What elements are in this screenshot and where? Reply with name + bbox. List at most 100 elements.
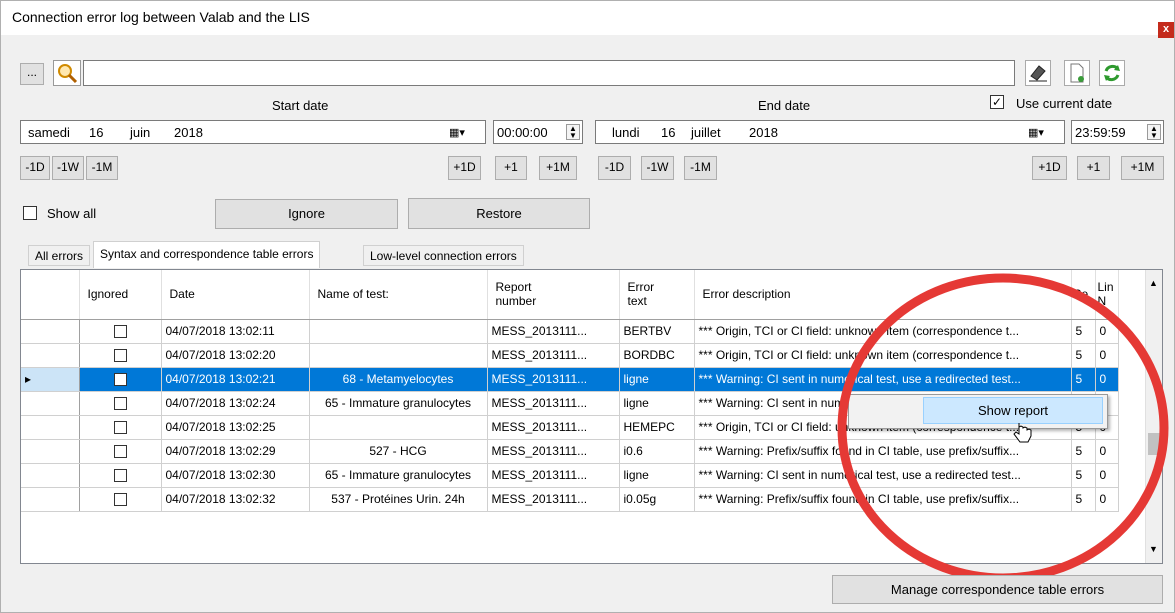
description-cell: *** Warning: CI sent in numerical test, …: [694, 367, 1072, 392]
scroll-thumb[interactable]: [1148, 433, 1160, 455]
ignored-cell[interactable]: [79, 463, 162, 488]
description-cell: *** Warning: Prefix/suffix found in CI t…: [694, 487, 1072, 512]
row-header[interactable]: [21, 463, 80, 488]
col-error-description[interactable]: Error description: [694, 270, 1072, 320]
table-row[interactable]: 04/07/2018 13:02:20 MESS_2013111... BORDBC…: [21, 343, 1119, 368]
test-cell: [309, 415, 488, 440]
search-button[interactable]: [53, 60, 81, 86]
tab-syntax-errors[interactable]: Syntax and correspondence table errors: [93, 241, 321, 268]
end-plus-1d-button[interactable]: +1D: [1032, 156, 1067, 180]
ignored-cell[interactable]: [79, 367, 162, 392]
table-row[interactable]: 04/07/2018 13:02:32 537 - Protéines Urin.…: [21, 487, 1119, 512]
se-cell: 5: [1071, 367, 1096, 392]
error-cell: ligne: [619, 463, 695, 488]
table-row[interactable]: 04/07/2018 13:02:11 MESS_2013111... BERTBV…: [21, 319, 1119, 344]
collapse-button[interactable]: ...: [20, 63, 44, 85]
n-cell: 0: [1095, 367, 1119, 392]
ignored-checkbox[interactable]: [113, 421, 127, 435]
error-table: Ignored Date Name of test: Report number …: [21, 270, 1119, 512]
end-time-spinner[interactable]: ▲ ▼: [1147, 124, 1161, 140]
se-cell: 5: [1071, 343, 1096, 368]
date-cell: 04/07/2018 13:02:32: [161, 487, 310, 512]
ignored-checkbox[interactable]: [113, 325, 127, 339]
clear-button[interactable]: [1025, 60, 1051, 86]
tab-low-level-errors[interactable]: Low-level connection errors: [363, 245, 524, 266]
refresh-button[interactable]: [1099, 60, 1125, 86]
row-header[interactable]: [21, 415, 80, 440]
ignored-checkbox[interactable]: [113, 493, 127, 507]
start-time-field[interactable]: 00:00:00 ▲ ▼: [493, 120, 583, 144]
ignored-checkbox[interactable]: [113, 397, 127, 411]
hand-cursor-icon: [1013, 423, 1032, 443]
ignored-checkbox[interactable]: [113, 373, 127, 387]
start-plus-1m-button[interactable]: +1M: [539, 156, 577, 180]
col-ignored[interactable]: Ignored: [79, 270, 162, 320]
ignored-cell[interactable]: [79, 391, 162, 416]
row-header[interactable]: [21, 391, 80, 416]
tab-all-errors[interactable]: All errors: [28, 245, 91, 266]
report-cell: MESS_2013111...: [487, 343, 620, 368]
start-minus-1w-button[interactable]: -1W: [52, 156, 84, 180]
calendar-dropdown-icon[interactable]: ▦▾: [1028, 125, 1054, 141]
col-line-n[interactable]: Lin N: [1095, 270, 1119, 320]
col-date[interactable]: Date: [161, 270, 310, 320]
ignored-cell[interactable]: [79, 439, 162, 464]
end-date-picker[interactable]: lundi 16 juillet 2018 ▦▾: [595, 120, 1065, 144]
manage-correspondence-button[interactable]: Manage correspondence table errors: [832, 575, 1163, 604]
scroll-down-arrow-icon[interactable]: ▼: [1149, 544, 1158, 554]
start-minus-1m-button[interactable]: -1M: [86, 156, 118, 180]
ignored-cell[interactable]: [79, 319, 162, 344]
search-input[interactable]: [83, 60, 1015, 86]
end-plus-1-button[interactable]: +1: [1077, 156, 1110, 180]
row-header[interactable]: [21, 319, 80, 344]
scroll-up-arrow-icon[interactable]: ▲: [1149, 278, 1158, 288]
show-report-menu-item[interactable]: Show report: [923, 397, 1103, 424]
start-plus-1d-button[interactable]: +1D: [448, 156, 481, 180]
end-minus-1m-button[interactable]: -1M: [684, 156, 717, 180]
col-test-name[interactable]: Name of test:: [309, 270, 488, 320]
ignored-checkbox[interactable]: [113, 349, 127, 363]
start-plus-1-button[interactable]: +1: [495, 156, 527, 180]
date-cell: 04/07/2018 13:02:30: [161, 463, 310, 488]
start-weekday: samedi: [28, 125, 70, 140]
use-current-date-checkbox[interactable]: ✓: [990, 95, 1004, 109]
ignore-button[interactable]: Ignore: [215, 199, 398, 229]
ignored-cell[interactable]: [79, 487, 162, 512]
row-header-current[interactable]: ▸: [21, 367, 80, 392]
ignored-cell[interactable]: [79, 415, 162, 440]
test-cell: 65 - Immature granulocytes: [309, 391, 488, 416]
end-minus-1w-button[interactable]: -1W: [641, 156, 674, 180]
report-cell: MESS_2013111...: [487, 367, 620, 392]
show-all-checkbox[interactable]: [23, 206, 37, 220]
col-error-text[interactable]: Error text: [619, 270, 695, 320]
description-cell: *** Origin, TCI or CI field: unknown ite…: [694, 319, 1072, 344]
se-cell: 5: [1071, 487, 1096, 512]
vertical-scrollbar[interactable]: ▲ ▼: [1145, 270, 1162, 563]
start-minus-1d-button[interactable]: -1D: [20, 156, 50, 180]
start-date-picker[interactable]: samedi 16 juin 2018 ▦▾: [20, 120, 486, 144]
ignored-cell[interactable]: [79, 343, 162, 368]
start-time: 00:00:00: [497, 125, 548, 140]
close-button[interactable]: x: [1158, 22, 1174, 38]
table-row-selected[interactable]: ▸ 04/07/2018 13:02:21 68 - Metamyelocytes M…: [21, 367, 1119, 392]
end-minus-1d-button[interactable]: -1D: [598, 156, 631, 180]
col-report-number[interactable]: Report number: [487, 270, 620, 320]
end-plus-1m-button[interactable]: +1M: [1121, 156, 1164, 180]
report-cell: MESS_2013111...: [487, 319, 620, 344]
new-document-button[interactable]: [1064, 60, 1090, 86]
start-time-spinner[interactable]: ▲ ▼: [566, 124, 580, 140]
calendar-dropdown-icon[interactable]: ▦▾: [449, 125, 475, 141]
row-header[interactable]: [21, 343, 80, 368]
row-header[interactable]: [21, 487, 80, 512]
table-row[interactable]: 04/07/2018 13:02:29 527 - HCG MESS_2013111…: [21, 439, 1119, 464]
table-row[interactable]: 04/07/2018 13:02:30 65 - Immature granulo…: [21, 463, 1119, 488]
col-error-line1: Error: [627, 280, 655, 295]
end-time-field[interactable]: 23:59:59 ▲ ▼: [1071, 120, 1164, 144]
col-report-line2: number: [495, 294, 537, 309]
ignored-checkbox[interactable]: [113, 445, 127, 459]
use-current-date-label: Use current date: [1016, 96, 1113, 111]
row-header[interactable]: [21, 439, 80, 464]
col-se[interactable]: Se: [1071, 270, 1096, 320]
restore-button[interactable]: Restore: [408, 198, 590, 229]
ignored-checkbox[interactable]: [113, 469, 127, 483]
